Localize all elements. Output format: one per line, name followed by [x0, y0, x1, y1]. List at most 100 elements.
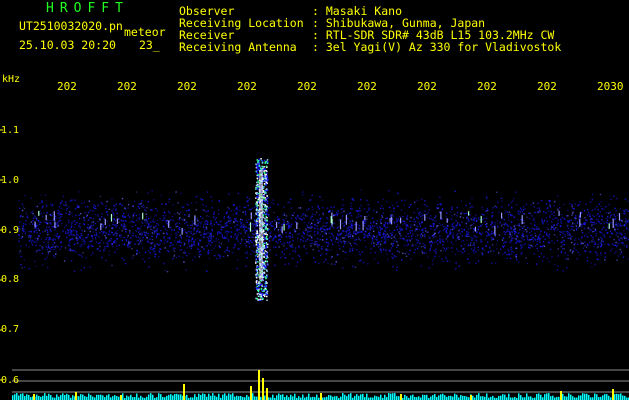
capture-datetime: 25.10.03 20:20: [19, 38, 116, 52]
y-tick-label: 0.8: [1, 274, 20, 285]
echo-tick: [364, 215, 366, 221]
noise-floor-bar: [588, 394, 590, 400]
echo-tick: [558, 210, 560, 216]
noise-floor-bar: [234, 396, 236, 400]
noise-floor-bar: [232, 393, 234, 400]
x-tick-label: 202: [117, 80, 137, 93]
noise-floor-bar: [128, 396, 130, 400]
noise-floor-bar: [356, 394, 358, 400]
x-tick-label: 202: [297, 80, 317, 93]
noise-floor-bar: [302, 394, 304, 400]
noise-floor-bar: [28, 394, 30, 400]
noise-floor-bar: [116, 396, 118, 400]
noise-floor-bar: [230, 394, 232, 400]
echo-tick: [53, 211, 55, 221]
noise-floor-bar: [56, 394, 58, 400]
noise-floor-bar: [80, 394, 82, 400]
echo-tick: [424, 214, 426, 221]
noise-floor-bar: [152, 394, 154, 400]
noise-floor-bar: [180, 394, 182, 400]
noise-floor-bar: [160, 394, 162, 400]
noise-floor-bar: [218, 393, 220, 400]
noise-floor-bar: [486, 393, 488, 400]
noise-floor-bar: [178, 394, 180, 400]
file-name: UT2510032020.pn: [19, 19, 123, 33]
echo-tick: [276, 221, 278, 228]
signal-level-bar: [612, 389, 614, 400]
noise-floor-bar: [602, 395, 604, 400]
noise-floor-bar: [546, 393, 548, 400]
noise-floor-bar: [412, 394, 414, 400]
echo-tick: [34, 221, 36, 228]
noise-floor-bar: [580, 395, 582, 400]
noise-band: [18, 189, 629, 273]
noise-floor-bar: [18, 395, 20, 400]
noise-floor-bar: [380, 394, 382, 400]
noise-floor-bar: [252, 393, 254, 400]
noise-floor-bar: [418, 396, 420, 400]
signal-level-bar: [400, 394, 402, 400]
noise-floor-bar: [456, 394, 458, 400]
noise-floor-bar: [342, 393, 344, 400]
noise-floor-bar: [330, 395, 332, 400]
noise-floor-bar: [492, 395, 494, 400]
noise-floor-bar: [444, 395, 446, 400]
y-tick-label: 0.7: [1, 324, 20, 335]
noise-floor-bar: [212, 393, 214, 400]
noise-floor-bar: [194, 394, 196, 400]
noise-floor-bar: [298, 396, 300, 400]
noise-floor-bar: [140, 395, 142, 400]
echo-tick: [355, 221, 357, 231]
noise-floor-bar: [366, 393, 368, 400]
noise-floor-bar: [582, 393, 584, 400]
noise-floor-bar: [396, 396, 398, 400]
noise-floor-bar: [406, 396, 408, 400]
antenna-label: Receiving Antenna: [179, 40, 297, 54]
noise-floor-bar: [508, 393, 510, 400]
echo-tick: [608, 223, 610, 229]
noise-floor-bar: [210, 395, 212, 400]
noise-floor-bar: [170, 394, 172, 400]
echo-tick: [281, 226, 283, 234]
noise-floor-bar: [374, 395, 376, 400]
noise-floor-bar: [362, 393, 364, 400]
noise-floor-bar: [566, 396, 568, 400]
x-tick-label: 2030: [597, 80, 624, 93]
noise-floor-bar: [158, 393, 160, 400]
echo-tick: [501, 212, 503, 219]
noise-floor-bar: [38, 395, 40, 400]
noise-floor-bar: [340, 396, 342, 400]
noise-floor-bar: [530, 396, 532, 400]
noise-floor-bar: [224, 393, 226, 400]
signal-level-bar: [183, 384, 185, 400]
noise-floor-bar: [208, 393, 210, 400]
noise-floor-bar: [240, 395, 242, 400]
noise-floor-bar: [84, 396, 86, 400]
noise-floor-bar: [480, 396, 482, 400]
noise-floor-bar: [578, 395, 580, 400]
noise-floor-bar: [14, 394, 16, 400]
noise-floor-bar: [520, 395, 522, 400]
noise-floor-bar: [102, 395, 104, 400]
noise-floor-bar: [204, 394, 206, 400]
echo-tick: [494, 226, 496, 235]
noise-floor-bar: [432, 395, 434, 400]
noise-floor-bar: [614, 394, 616, 400]
noise-floor-bar: [434, 394, 436, 400]
echo-tick: [474, 226, 476, 232]
noise-floor-bar: [118, 396, 120, 400]
noise-floor-bar: [108, 394, 110, 400]
echo-tick: [249, 222, 252, 232]
noise-floor-bar: [98, 394, 100, 400]
echo-tick: [440, 211, 442, 220]
noise-floor-bar: [562, 393, 564, 400]
noise-floor-bar: [316, 394, 318, 400]
echo-tick: [446, 218, 448, 223]
signal-level-bar: [320, 393, 322, 400]
y-tick-label: 0.9: [1, 225, 20, 236]
noise-floor-bar: [398, 396, 400, 400]
noise-floor-bar: [222, 394, 224, 400]
echo-tick: [339, 219, 342, 230]
echo-tick: [283, 224, 285, 231]
echo-tick: [38, 210, 40, 216]
